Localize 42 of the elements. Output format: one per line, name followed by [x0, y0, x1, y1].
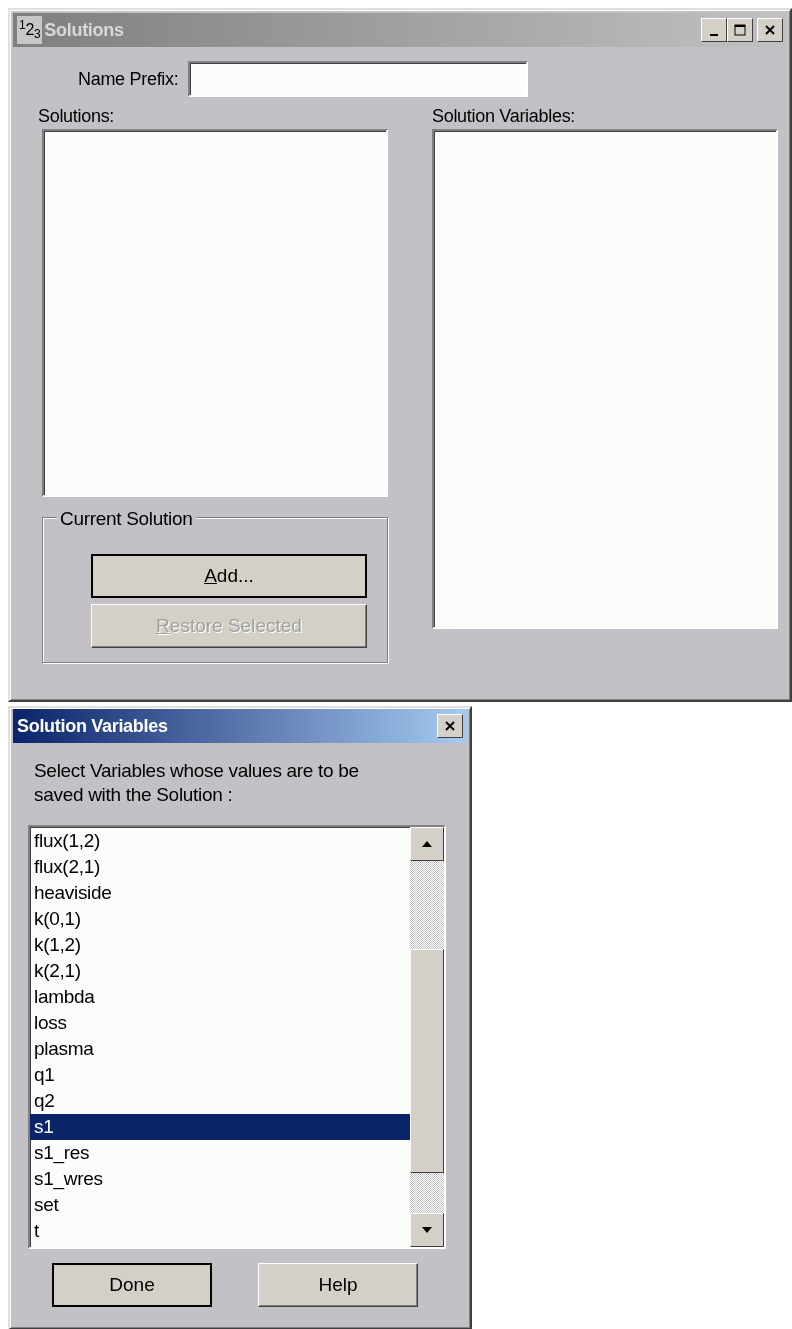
maximize-icon	[734, 24, 746, 36]
list-item[interactable]: set	[30, 1192, 410, 1218]
down-arrow-icon	[421, 1226, 433, 1234]
scrollbar[interactable]	[410, 827, 444, 1247]
window-title: Solutions	[44, 18, 124, 42]
list-item[interactable]: flux(1,2)	[30, 828, 410, 854]
list-item[interactable]: s1	[30, 1114, 410, 1140]
list-item[interactable]: loss	[30, 1010, 410, 1036]
list-label: Solutions:	[38, 105, 116, 127]
minimize-button[interactable]	[701, 18, 727, 42]
close-button[interactable]	[437, 714, 463, 738]
scroll-thumb[interactable]	[410, 949, 444, 1173]
list-item[interactable]: t	[30, 1218, 410, 1244]
list-item[interactable]: s1_wres	[30, 1166, 410, 1192]
dialog-title: Solution Variables	[17, 714, 168, 738]
scroll-down-button[interactable]	[410, 1213, 444, 1247]
list-item[interactable]: k(2,1)	[30, 958, 410, 984]
list-item[interactable]: heaviside	[30, 880, 410, 906]
list-item[interactable]: q2	[30, 1088, 410, 1114]
action-button[interactable]: Help	[258, 1263, 418, 1307]
list-item[interactable]: k(1,2)	[30, 932, 410, 958]
variable-listbox[interactable]: flux(1,2) flux(2,1) heaviside k(0,1) k(1,2) k(2,1) lambda loss plasma q1 q2 s1 s1_res s1_wres set t	[28, 825, 446, 1249]
close-icon	[764, 24, 776, 36]
up-arrow-icon	[421, 840, 433, 848]
list-item[interactable]: flux(2,1)	[30, 854, 410, 880]
list-item[interactable]: plasma	[30, 1036, 410, 1062]
name-prefix-field[interactable]	[188, 61, 529, 97]
list-item[interactable]: q1	[30, 1062, 410, 1088]
maximize-button[interactable]	[727, 18, 753, 42]
instruction-text: Select Variables whose values are to be saved with the Solution :	[34, 759, 360, 807]
list-item[interactable]: s1_res	[30, 1140, 410, 1166]
list-item[interactable]: lambda	[30, 984, 410, 1010]
close-button[interactable]	[757, 18, 783, 42]
close-icon	[444, 720, 456, 732]
action-button[interactable]: Done	[52, 1263, 212, 1307]
list-label: Solution Variables:	[432, 105, 577, 127]
window-icon: $^{1}$2$_{3}$	[17, 16, 43, 44]
list-item[interactable]: k(0,1)	[30, 906, 410, 932]
minimize-icon	[710, 34, 718, 36]
action-button[interactable]: Add...	[91, 554, 367, 598]
scroll-up-button[interactable]	[410, 827, 444, 861]
field-label: Name Prefix:	[78, 67, 179, 91]
